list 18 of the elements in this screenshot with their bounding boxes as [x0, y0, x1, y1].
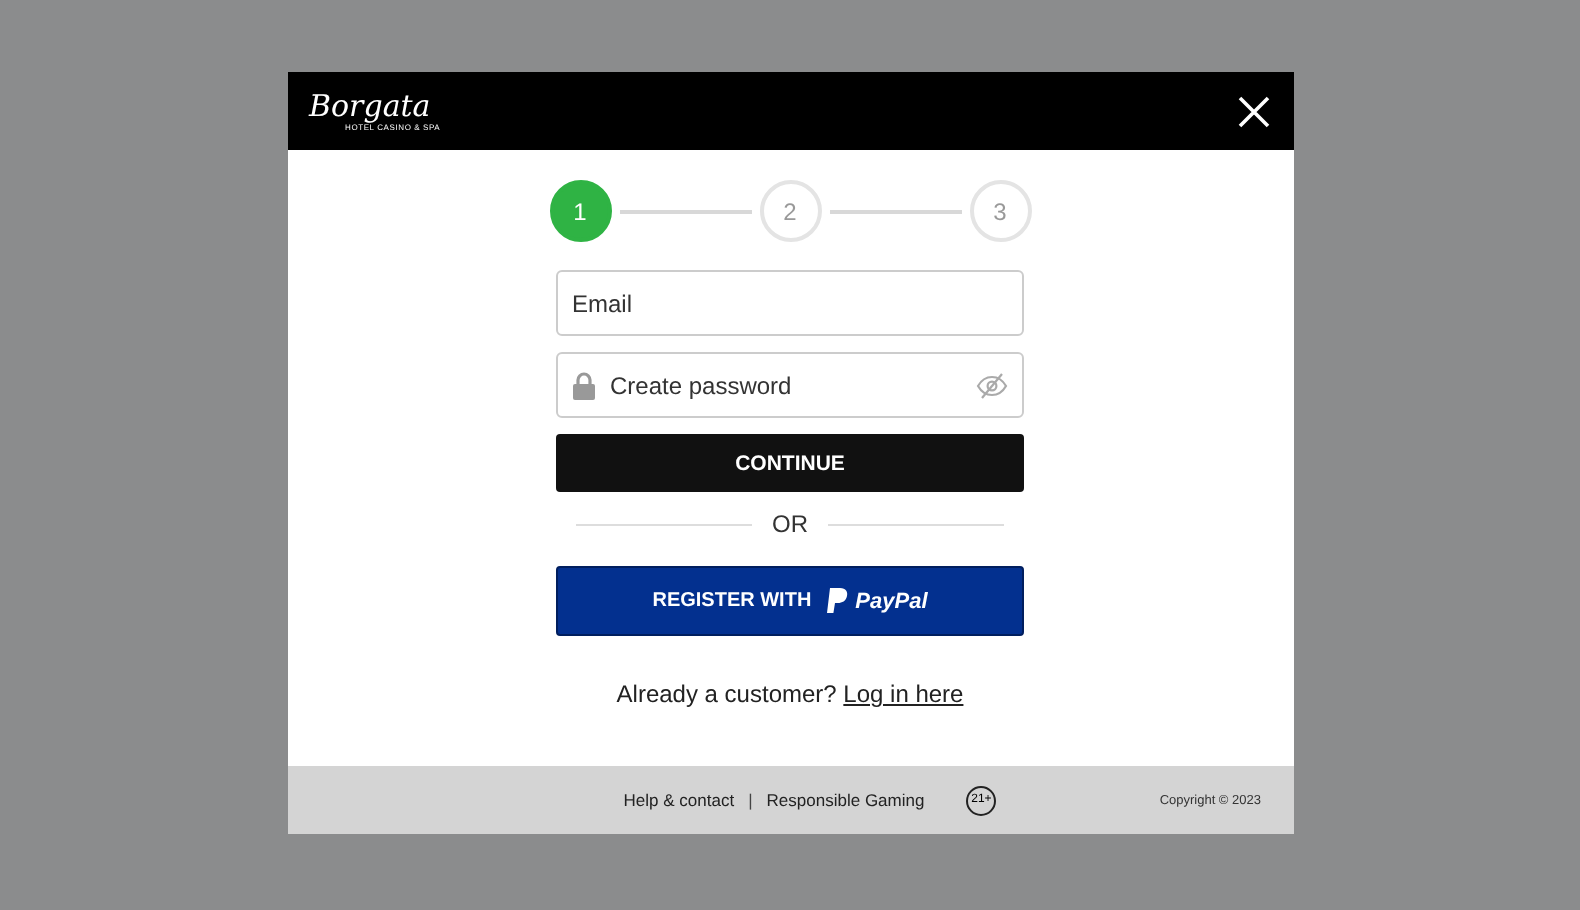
login-prompt: Already a customer? Log in here [616, 680, 964, 708]
paypal-icon [825, 588, 848, 614]
footer-link[interactable]: Responsible Gaming [766, 790, 925, 810]
logo-text: Borgata [309, 91, 433, 121]
lock-icon [572, 371, 596, 399]
password-field[interactable]: Create password [556, 352, 1024, 418]
step-indicator: 3 [969, 180, 1031, 242]
paypal-button[interactable]: REGISTER WITH PayPal [556, 566, 1024, 636]
footer-link[interactable]: Help & contact [623, 790, 735, 810]
email-field[interactable]: Email [556, 270, 1024, 336]
separator-text: | [748, 790, 753, 810]
separator-text: OR [772, 510, 808, 538]
login-link[interactable]: Log in here [843, 680, 964, 708]
close-icon [1237, 95, 1269, 127]
step-indicator: 2 [759, 180, 821, 242]
step-indicator: 1 [549, 180, 611, 242]
close-button[interactable] [1233, 91, 1273, 131]
continue-button[interactable]: CONTINUE [556, 434, 1024, 492]
